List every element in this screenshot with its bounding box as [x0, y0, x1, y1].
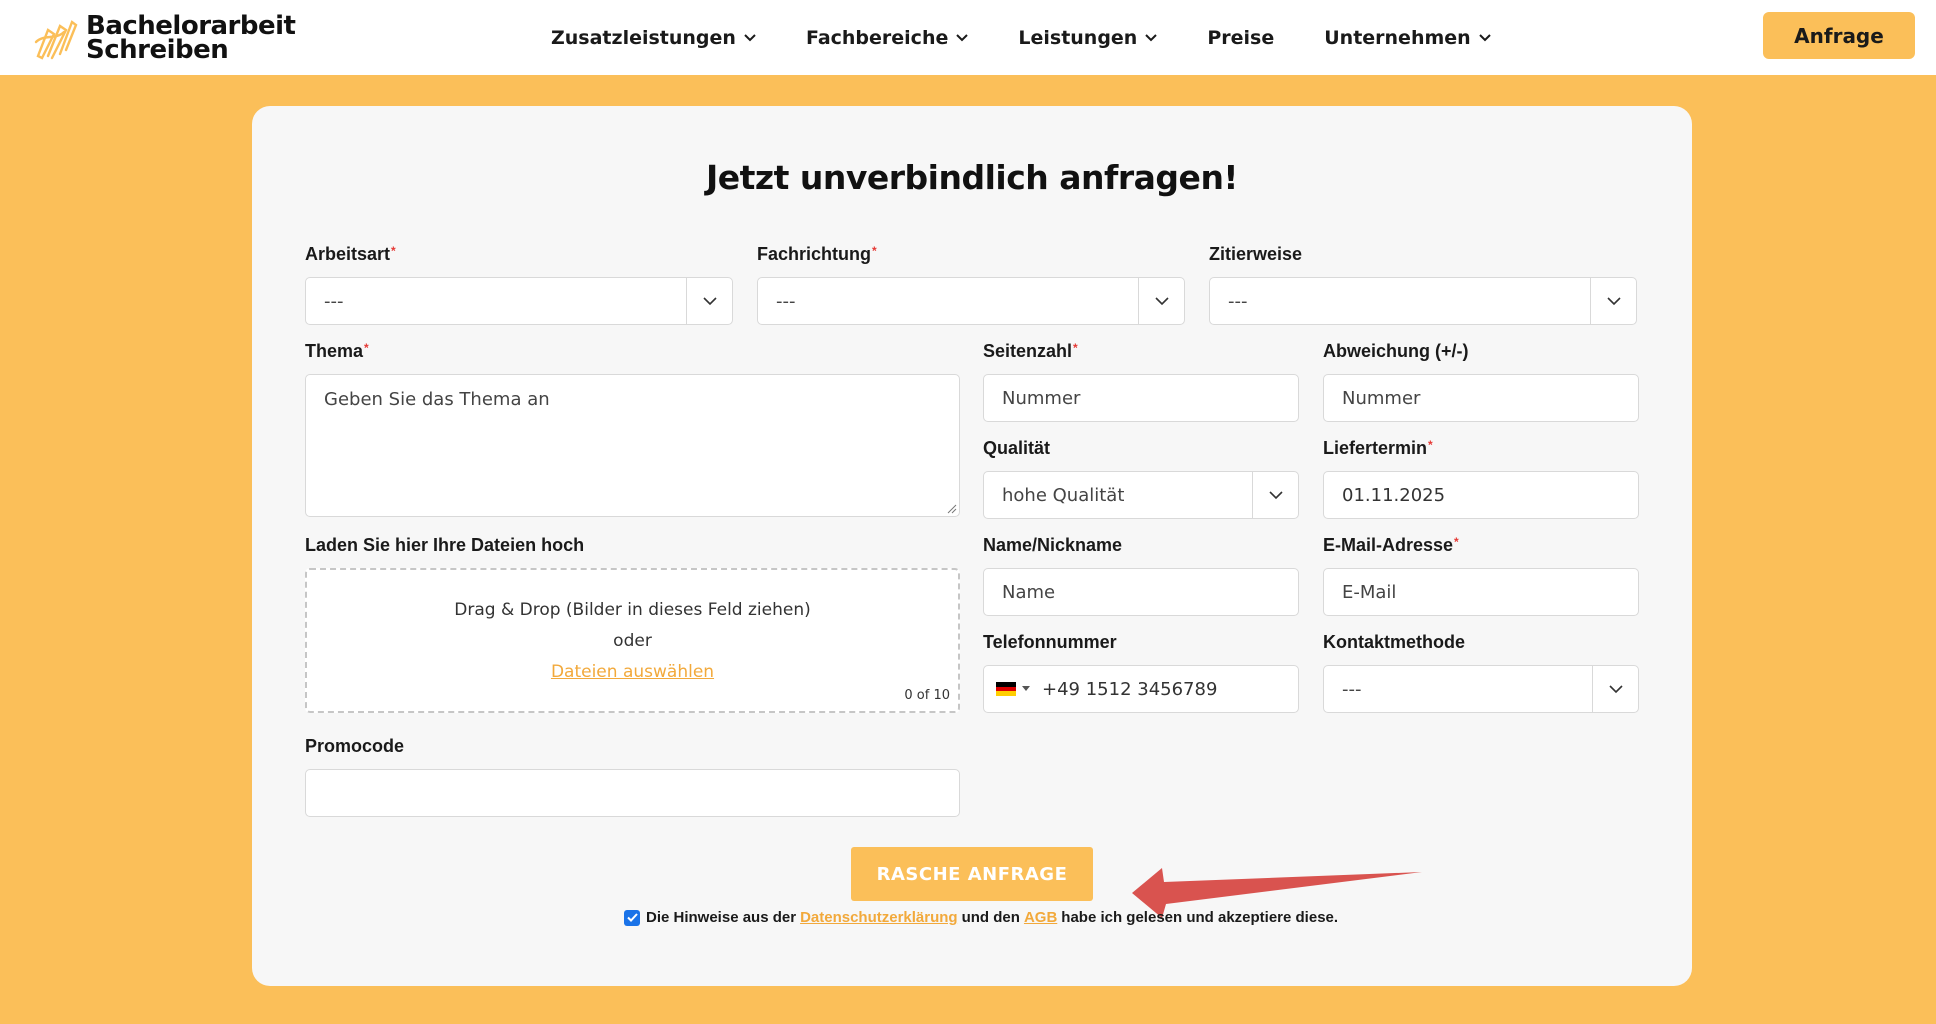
email-placeholder: E-Mail: [1342, 581, 1397, 603]
abweichung-input[interactable]: Nummer: [1323, 374, 1639, 422]
abweichung-label: Abweichung (+/-): [1323, 341, 1469, 361]
zitierweise-value: ---: [1228, 290, 1248, 312]
seitenzahl-input[interactable]: Nummer: [983, 374, 1299, 422]
country-selector[interactable]: [996, 682, 1030, 697]
form-title: Jetzt unverbindlich anfragen!: [706, 158, 1238, 197]
submit-request-button[interactable]: RASCHE ANFRAGE: [851, 847, 1093, 901]
thema-placeholder: Geben Sie das Thema an: [324, 389, 550, 410]
liefertermin-label: Liefertermin*: [1323, 438, 1433, 458]
caret-down-icon: [1022, 686, 1030, 691]
main-nav: Zusatzleistungen Fachbereiche Leistungen…: [551, 0, 1541, 75]
dropzone-or: oder: [613, 631, 652, 651]
nav-label: Unternehmen: [1324, 26, 1471, 49]
consent-checkbox[interactable]: [624, 909, 640, 926]
nav-label: Preise: [1207, 26, 1275, 49]
thema-label: Thema*: [305, 341, 369, 361]
kontaktmethode-label: Kontaktmethode: [1323, 632, 1466, 652]
qualitaet-value: hohe Qualität: [1002, 484, 1125, 506]
nav-label: Zusatzleistungen: [551, 26, 736, 49]
agb-link[interactable]: AGB: [1024, 909, 1057, 926]
liefertermin-input[interactable]: 01.11.2025: [1323, 471, 1639, 519]
logo-pencil-icon: [34, 20, 78, 60]
seitenzahl-label: Seitenzahl*: [983, 341, 1078, 361]
upload-label: Laden Sie hier Ihre Dateien hoch: [305, 535, 585, 555]
resize-handle-icon[interactable]: [947, 504, 957, 514]
consent-text-after: habe ich gelesen und akzeptiere diese.: [1061, 909, 1339, 926]
zitierweise-label: Zitierweise: [1209, 244, 1303, 264]
file-dropzone[interactable]: Drag & Drop (Bilder in dieses Feld ziehe…: [305, 568, 960, 713]
fachrichtung-label: Fachrichtung*: [757, 244, 877, 264]
checkmark-icon: [626, 913, 638, 922]
chevron-down-icon: [1478, 33, 1491, 41]
email-input[interactable]: E-Mail: [1323, 568, 1639, 616]
chevron-down-icon: [1138, 278, 1184, 324]
telefon-label: Telefonnummer: [983, 632, 1117, 652]
consent-row: Die Hinweise aus der Datenschutzerklärun…: [624, 909, 1338, 926]
fachrichtung-value: ---: [776, 290, 796, 312]
dropzone-instruction: Drag & Drop (Bilder in dieses Feld ziehe…: [454, 600, 811, 620]
germany-flag-icon: [996, 682, 1016, 697]
logo-line2: Schreiben: [86, 35, 229, 65]
liefertermin-value: 01.11.2025: [1342, 484, 1446, 506]
chevron-down-icon: [1590, 278, 1636, 324]
nav-unternehmen[interactable]: Unternehmen: [1324, 26, 1491, 49]
anfrage-button[interactable]: Anfrage: [1763, 12, 1915, 59]
chevron-down-icon: [1145, 33, 1158, 41]
promocode-input[interactable]: [305, 769, 960, 817]
nav-label: Leistungen: [1018, 26, 1138, 49]
site-header: Bachelorarbeit Schreiben Zusatzleistunge…: [0, 0, 1936, 75]
name-placeholder: Name: [1002, 581, 1056, 603]
nav-fachbereiche[interactable]: Fachbereiche: [805, 26, 969, 49]
logo[interactable]: Bachelorarbeit Schreiben: [34, 13, 296, 65]
nav-leistungen[interactable]: Leistungen: [1018, 26, 1158, 49]
chevron-down-icon: [1592, 666, 1638, 712]
kontaktmethode-select[interactable]: ---: [1323, 665, 1639, 713]
chevron-down-icon: [956, 33, 969, 41]
name-label: Name/Nickname: [983, 535, 1123, 555]
consent-text-middle: und den: [961, 909, 1020, 926]
zitierweise-select[interactable]: ---: [1209, 277, 1637, 325]
chevron-down-icon: [1252, 472, 1298, 518]
privacy-policy-link[interactable]: Datenschutzerklärung: [800, 909, 958, 926]
seitenzahl-placeholder: Nummer: [1002, 387, 1081, 409]
fachrichtung-select[interactable]: ---: [757, 277, 1185, 325]
chevron-down-icon: [686, 278, 732, 324]
qualitaet-label: Qualität: [983, 438, 1051, 458]
arbeitsart-select[interactable]: ---: [305, 277, 733, 325]
arbeitsart-label: Arbeitsart*: [305, 244, 396, 264]
nav-label: Fachbereiche: [805, 26, 949, 49]
telefon-value: +49 1512 3456789: [1042, 678, 1218, 700]
promocode-label: Promocode: [305, 736, 405, 756]
nav-zusatzleistungen[interactable]: Zusatzleistungen: [551, 27, 756, 49]
consent-text-before: Die Hinweise aus der: [646, 909, 797, 926]
chevron-down-icon: [744, 33, 756, 41]
arbeitsart-value: ---: [324, 290, 344, 312]
request-form-card: Jetzt unverbindlich anfragen! Arbeitsart…: [252, 106, 1692, 986]
abweichung-placeholder: Nummer: [1342, 387, 1421, 409]
file-count: 0 of 10: [904, 688, 950, 703]
name-input[interactable]: Name: [983, 568, 1299, 616]
thema-textarea[interactable]: Geben Sie das Thema an: [305, 374, 960, 517]
email-label: E-Mail-Adresse*: [1323, 535, 1459, 555]
qualitaet-select[interactable]: hohe Qualität: [983, 471, 1299, 519]
nav-preise[interactable]: Preise: [1207, 27, 1274, 49]
choose-files-link[interactable]: Dateien auswählen: [307, 662, 958, 682]
telefon-input[interactable]: +49 1512 3456789: [983, 665, 1299, 713]
kontaktmethode-value: ---: [1342, 678, 1362, 700]
